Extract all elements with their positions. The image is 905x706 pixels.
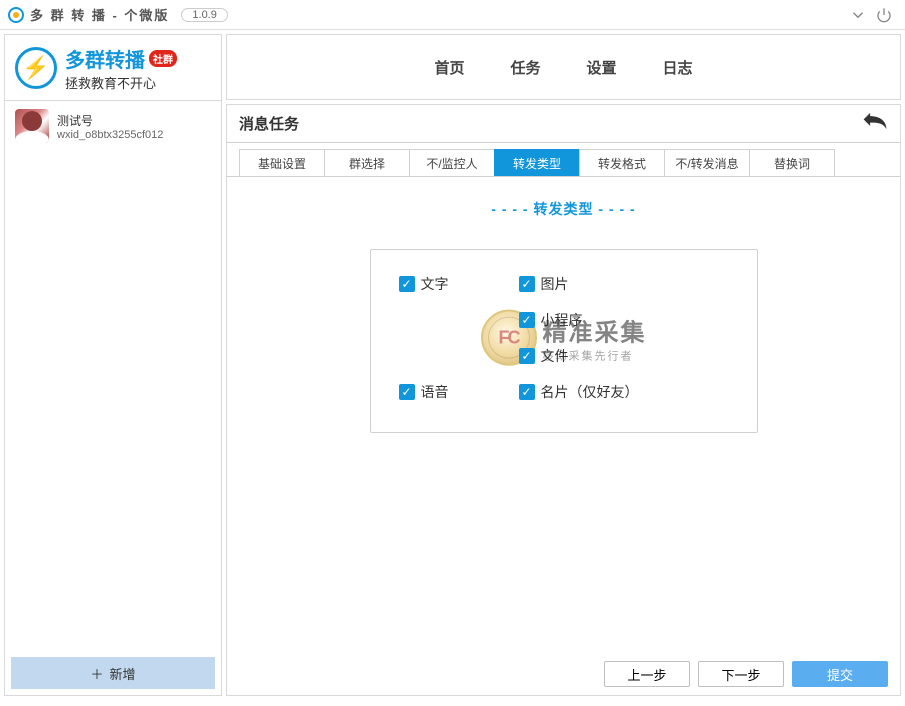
checkbox-image[interactable]: ✓图片 — [519, 274, 679, 294]
checkbox-miniapp[interactable]: ✓小程序 — [519, 310, 679, 330]
panel-header: 消息任务 — [227, 105, 900, 143]
nav-home[interactable]: 首页 — [434, 57, 464, 78]
next-button[interactable]: 下一步 — [698, 661, 784, 687]
check-icon: ✓ — [519, 312, 535, 328]
window-title: 多 群 转 播 - 个微版 — [30, 5, 169, 24]
version-badge: 1.0.9 — [181, 8, 227, 22]
section-title: - - - - 转发类型 - - - - — [491, 199, 635, 219]
sidebar: ⚡ 多群转播 社群 拯救教育不开心 测试号 wxid_o8btx3255cf01… — [4, 34, 222, 696]
checkbox-text[interactable]: ✓文字 — [399, 274, 509, 294]
check-icon: ✓ — [399, 276, 415, 292]
tab-replace[interactable]: 替换词 — [749, 149, 835, 176]
check-icon: ✓ — [519, 276, 535, 292]
minimize-icon[interactable] — [845, 2, 871, 28]
tab-monitor[interactable]: 不/监控人 — [409, 149, 495, 176]
tab-forward-type[interactable]: 转发类型 — [494, 149, 580, 176]
titlebar: 多 群 转 播 - 个微版 1.0.9 — [0, 0, 905, 30]
tab-row: 基础设置 群选择 不/监控人 转发类型 转发格式 不/转发消息 替换词 — [227, 149, 900, 177]
checkbox-voice[interactable]: ✓语音 — [399, 382, 509, 402]
brand-logo: ⚡ — [15, 47, 57, 89]
add-label: 新增 — [110, 664, 136, 683]
submit-button[interactable]: 提交 — [792, 661, 888, 687]
checkbox-card[interactable]: ✓名片（仅好友） — [519, 382, 679, 402]
add-button[interactable]: ＋ 新增 — [11, 657, 215, 689]
tab-forward-msg[interactable]: 不/转发消息 — [664, 149, 750, 176]
footer-buttons: 上一步 下一步 提交 — [604, 661, 888, 687]
panel: 消息任务 基础设置 群选择 不/监控人 转发类型 转发格式 不/转发消息 替换词… — [226, 104, 901, 696]
panel-body: - - - - 转发类型 - - - - FC 精准采集 移动采集先行者 ✓文字… — [227, 177, 900, 695]
check-icon: ✓ — [399, 384, 415, 400]
app-icon — [8, 7, 24, 23]
avatar — [15, 109, 49, 143]
tab-basic[interactable]: 基础设置 — [239, 149, 325, 176]
power-icon[interactable] — [871, 2, 897, 28]
account-name: 测试号 — [57, 112, 163, 129]
account-item[interactable]: 测试号 wxid_o8btx3255cf012 — [5, 101, 221, 151]
brand-name: 多群转播 — [65, 44, 145, 73]
prev-button[interactable]: 上一步 — [604, 661, 690, 687]
nav-bar: 首页 任务 设置 日志 — [226, 34, 901, 100]
checkbox-file[interactable]: ✓文件 — [519, 346, 679, 366]
options-box: FC 精准采集 移动采集先行者 ✓文字 ✓图片 ✓小程序 ✓文件 ✓语音 — [370, 249, 758, 433]
plus-icon: ＋ — [90, 664, 103, 683]
brand-badge: 社群 — [149, 50, 177, 67]
panel-title: 消息任务 — [239, 113, 299, 134]
tab-forward-format[interactable]: 转发格式 — [579, 149, 665, 176]
brand-card: ⚡ 多群转播 社群 拯救教育不开心 — [5, 35, 221, 101]
check-icon: ✓ — [519, 384, 535, 400]
nav-task[interactable]: 任务 — [510, 57, 540, 78]
nav-log[interactable]: 日志 — [663, 57, 693, 78]
nav-settings[interactable]: 设置 — [587, 57, 617, 78]
check-icon: ✓ — [519, 348, 535, 364]
account-list: 测试号 wxid_o8btx3255cf012 — [5, 101, 221, 651]
account-id: wxid_o8btx3255cf012 — [57, 129, 163, 141]
brand-slogan: 拯救教育不开心 — [65, 73, 177, 92]
tab-group[interactable]: 群选择 — [324, 149, 410, 176]
back-icon[interactable] — [862, 111, 888, 137]
